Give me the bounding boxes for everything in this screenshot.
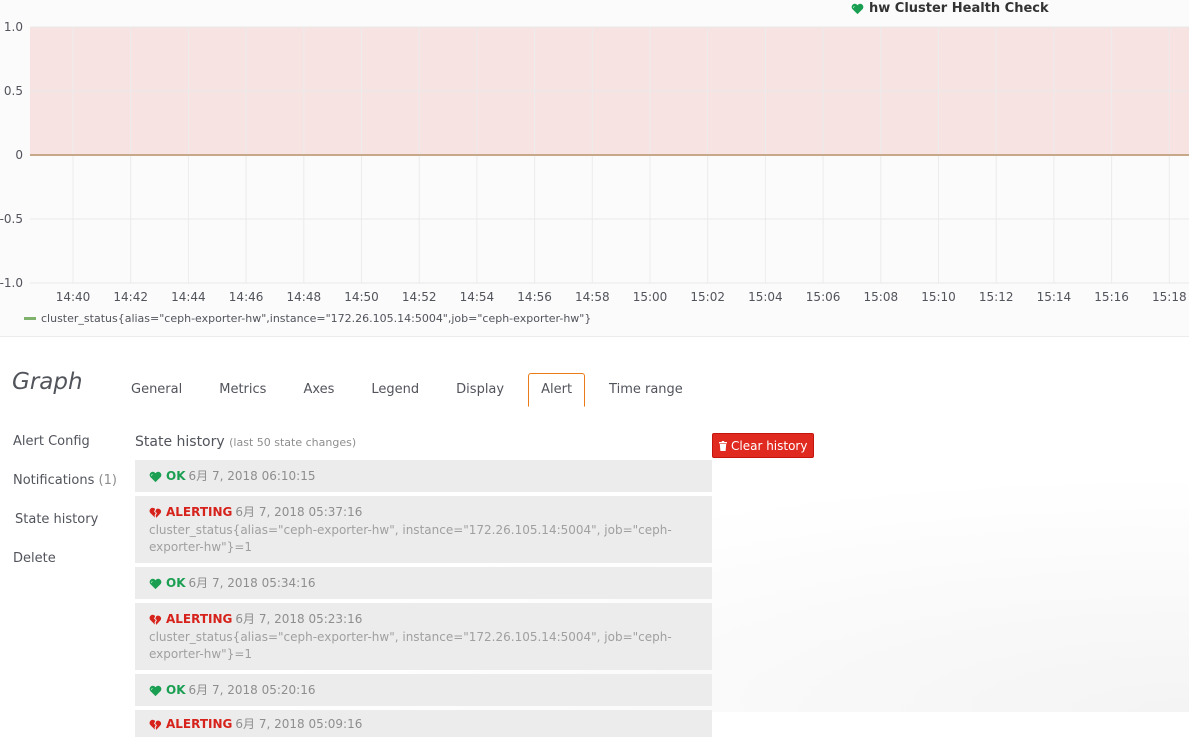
tab-display[interactable]: Display xyxy=(443,373,517,406)
history-entry-state: OK xyxy=(166,576,186,590)
x-tick-label: 15:08 xyxy=(864,290,899,304)
legend-swatch[interactable] xyxy=(24,317,36,320)
state-history-list: OK 6月 7, 2018 06:10:15 ALERTING 6月 7, 2018 … xyxy=(135,460,712,737)
history-entry-state: OK xyxy=(166,469,186,483)
x-tick-label: 14:58 xyxy=(575,290,610,304)
x-tick-label: 15:14 xyxy=(1037,290,1072,304)
history-entry-info: cluster_status{alias="ceph-exporter-hw",… xyxy=(149,630,672,661)
history-entry-state: ALERTING xyxy=(166,612,233,626)
tab-time-range[interactable]: Time range xyxy=(596,373,696,406)
x-tick-label: 14:52 xyxy=(402,290,437,304)
broken-heart-icon xyxy=(149,719,162,730)
sidenav-alert-config[interactable]: Alert Config xyxy=(13,433,117,472)
history-entry: ALERTING 6月 7, 2018 05:09:16 xyxy=(135,710,712,737)
chart: 1.0 0.5 0 -0.5 -1.0 14:40 14:42 14:44 14:46 14:48… xyxy=(0,20,1189,304)
graph-panel: 1.0 0.5 0 -0.5 -1.0 14:40 14:42 14:44 14:46 14:48… xyxy=(0,0,1189,337)
history-entry-time: 6月 7, 2018 05:09:16 xyxy=(235,717,363,731)
clear-history-label: Clear history xyxy=(731,438,808,453)
y-tick-label: 1.0 xyxy=(4,20,23,34)
history-entry-time: 6月 7, 2018 05:34:16 xyxy=(188,576,316,590)
y-tick-label: -1.0 xyxy=(0,276,23,290)
history-entry-time: 6月 7, 2018 05:37:16 xyxy=(235,505,363,519)
y-tick-label: -0.5 xyxy=(0,212,23,226)
legend-series-label[interactable]: cluster_status{alias="ceph-exporter-hw",… xyxy=(41,312,591,325)
x-tick-label: 15:18 xyxy=(1152,290,1187,304)
state-history-subtitle: (last 50 state changes) xyxy=(229,436,357,449)
x-tick-label: 15:12 xyxy=(979,290,1014,304)
notifications-count: (1) xyxy=(98,473,117,488)
sidenav-label: Delete xyxy=(13,551,56,566)
tab-legend[interactable]: Legend xyxy=(358,373,432,406)
sidenav-delete[interactable]: Delete xyxy=(13,550,117,589)
panel-editor: Graph General Metrics Axes Legend Displa… xyxy=(0,337,1189,737)
sidenav-label: Alert Config xyxy=(13,434,90,449)
history-entry-state: OK xyxy=(166,683,186,697)
history-entry-header: OK 6月 7, 2018 05:34:16 xyxy=(149,575,699,592)
tab-metrics[interactable]: Metrics xyxy=(206,373,279,406)
y-tick-label: 0.5 xyxy=(4,84,23,98)
history-entry-time: 6月 7, 2018 05:20:16 xyxy=(188,683,316,697)
history-entry-header: OK 6月 7, 2018 05:20:16 xyxy=(149,682,699,699)
y-tick-label: 0 xyxy=(15,148,23,162)
history-entry-header: ALERTING 6月 7, 2018 05:37:16 xyxy=(149,504,699,521)
broken-heart-icon xyxy=(149,507,162,518)
tab-alert[interactable]: Alert xyxy=(528,373,586,407)
clear-history-button[interactable]: Clear history xyxy=(712,433,815,458)
history-entry: ALERTING 6月 7, 2018 05:37:16 cluster_statu… xyxy=(135,496,712,563)
history-entry-info: cluster_status{alias="ceph-exporter-hw",… xyxy=(149,523,672,554)
heart-icon xyxy=(149,578,162,589)
x-tick-label: 15:06 xyxy=(806,290,841,304)
x-tick-label: 15:16 xyxy=(1094,290,1129,304)
x-tick-label: 15:02 xyxy=(690,290,725,304)
sidenav-label: Notifications xyxy=(13,473,95,488)
editor-title: Graph xyxy=(12,369,83,395)
sidenav-state-history[interactable]: State history xyxy=(13,511,117,550)
history-entry-header: ALERTING 6月 7, 2018 05:09:16 xyxy=(149,716,699,733)
legend: cluster_status{alias="ceph-exporter-hw",… xyxy=(24,312,591,325)
x-tick-label: 15:00 xyxy=(633,290,668,304)
history-entry-time: 6月 7, 2018 05:23:16 xyxy=(235,612,363,626)
state-history: State history (last 50 state changes) OK… xyxy=(135,432,712,737)
heart-icon xyxy=(851,3,864,14)
broken-heart-icon xyxy=(149,614,162,625)
panel-title-text: hw Cluster Health Check xyxy=(869,1,1049,16)
tab-axes[interactable]: Axes xyxy=(290,373,347,406)
history-entry-time: 6月 7, 2018 06:10:15 xyxy=(188,469,316,483)
heart-icon xyxy=(149,685,162,696)
trash-icon xyxy=(719,440,727,451)
x-tick-label: 14:50 xyxy=(344,290,379,304)
heart-icon xyxy=(149,471,162,482)
x-tick-label: 15:04 xyxy=(748,290,783,304)
x-tick-label: 15:10 xyxy=(921,290,956,304)
history-entry: OK 6月 7, 2018 06:10:15 xyxy=(135,460,712,492)
history-entry-header: OK 6月 7, 2018 06:10:15 xyxy=(149,468,699,485)
x-tick-label: 14:46 xyxy=(229,290,264,304)
alert-sidenav: Alert Config Notifications (1) State his… xyxy=(13,433,117,589)
panel-title[interactable]: hw Cluster Health Check xyxy=(851,0,1049,17)
history-entry: OK 6月 7, 2018 05:20:16 xyxy=(135,674,712,706)
x-tick-label: 14:42 xyxy=(113,290,148,304)
tab-general[interactable]: General xyxy=(118,373,195,406)
history-entry-header: ALERTING 6月 7, 2018 05:23:16 xyxy=(149,611,699,628)
history-entry: OK 6月 7, 2018 05:34:16 xyxy=(135,567,712,599)
x-tick-label: 14:56 xyxy=(517,290,552,304)
history-entry-state: ALERTING xyxy=(166,505,233,519)
sidenav-notifications[interactable]: Notifications (1) xyxy=(13,472,117,511)
editor-tabs: General Metrics Axes Legend Display Aler… xyxy=(118,373,707,407)
x-tick-label: 14:44 xyxy=(171,290,206,304)
sidenav-label: State history xyxy=(15,512,99,527)
x-tick-label: 14:48 xyxy=(287,290,322,304)
state-history-title: State history xyxy=(135,434,225,450)
history-entry: ALERTING 6月 7, 2018 05:23:16 cluster_statu… xyxy=(135,603,712,670)
history-entry-state: ALERTING xyxy=(166,717,233,731)
x-tick-label: 14:54 xyxy=(460,290,495,304)
x-tick-label: 14:40 xyxy=(56,290,91,304)
state-history-header: State history (last 50 state changes) xyxy=(135,432,712,452)
